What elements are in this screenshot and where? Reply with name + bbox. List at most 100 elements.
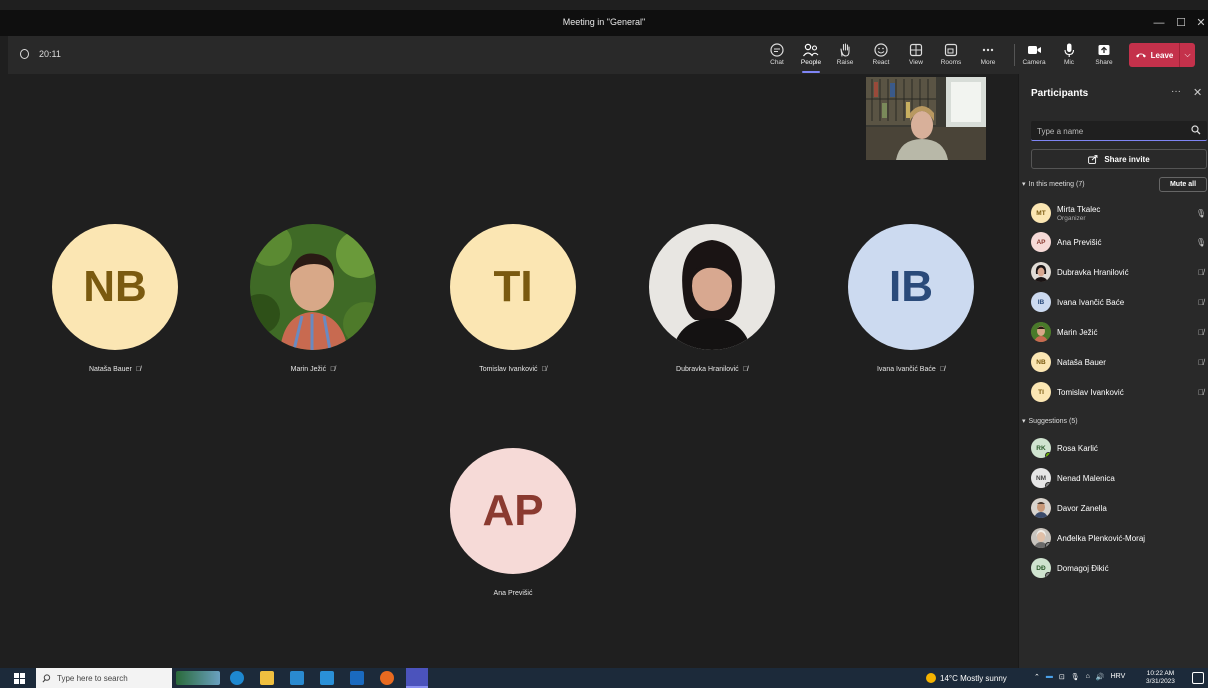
news-widget-icon[interactable] (176, 671, 220, 685)
file-explorer-icon[interactable] (260, 671, 274, 685)
people-icon (803, 43, 819, 57)
participant-row[interactable]: NB Nataša Bauer 🎙̸ (1031, 350, 1207, 374)
windows-start-icon[interactable] (14, 673, 25, 684)
volume-icon[interactable]: 🔊 (1096, 673, 1105, 681)
participant-avatar: NB (1031, 352, 1051, 372)
participant-tile[interactable]: AP Ana Previšić (448, 448, 578, 597)
close-icon[interactable]: ✕ (1193, 86, 1202, 99)
react-button[interactable]: React (866, 40, 896, 70)
participant-row[interactable]: TI Tomislav Ivanković 🎙̸ (1031, 380, 1207, 404)
mic-button[interactable]: Mic (1054, 40, 1084, 70)
more-button[interactable]: More (973, 40, 1003, 70)
store-icon[interactable] (290, 671, 304, 685)
rooms-button[interactable]: Rooms (936, 40, 966, 70)
system-tray[interactable]: ⌃ ▬ ⊡ 🎙 ⌂ 🔊 HRV (1034, 673, 1125, 681)
participant-search[interactable] (1031, 121, 1207, 141)
participant-row[interactable]: AP Ana Previšić 🎙 (1031, 230, 1207, 254)
wifi-icon[interactable]: ⌂ (1086, 673, 1090, 681)
firefox-icon[interactable] (380, 671, 394, 685)
view-button[interactable]: View (901, 40, 931, 70)
suggestion-row[interactable]: RK Rosa Karlić (1031, 436, 1207, 460)
people-label: People (800, 59, 822, 66)
notification-icon[interactable] (1192, 672, 1204, 684)
camera-label: Camera (1022, 59, 1046, 66)
participant-name: Davor Zanella (1057, 503, 1107, 513)
close-window-button[interactable]: ✕ (1194, 14, 1208, 32)
participant-tile[interactable]: Marin Ježić 🎙̸ (248, 224, 378, 373)
presence-dot (1045, 542, 1051, 548)
taskbar-clock[interactable]: 10:22 AM 3/31/2023 (1146, 670, 1175, 686)
mic-tray-icon[interactable]: 🎙 (1071, 673, 1080, 681)
participant-name-row: Ana Previšić (448, 590, 578, 597)
minimize-button[interactable]: — (1150, 14, 1168, 32)
participant-avatar: RK (1031, 438, 1051, 458)
participant-avatar: MT (1031, 203, 1051, 223)
share-label: Share (1095, 59, 1113, 66)
edge-icon[interactable] (230, 671, 244, 685)
participant-tile[interactable]: IB Ivana Ivančić Baće 🎙̸ (846, 224, 976, 373)
taskbar-search[interactable]: Type here to search (36, 668, 172, 688)
participant-tile[interactable]: NB Nataša Bauer 🎙̸ (50, 224, 180, 373)
participant-photo (250, 224, 376, 350)
camera-button[interactable]: Camera (1019, 40, 1049, 70)
onedrive-icon[interactable]: ▬ (1046, 673, 1053, 681)
panel-more-icon[interactable]: ··· (1171, 86, 1181, 97)
share-link-icon (1088, 154, 1098, 164)
chat-button[interactable]: Chat (762, 40, 792, 70)
suggestions-section-header[interactable]: ▾ Suggestions (5) (1022, 417, 1078, 426)
participant-role: Organizer (1057, 214, 1086, 222)
suggestion-row[interactable]: Davor Zanella (1031, 496, 1207, 520)
teams-icon[interactable] (406, 668, 428, 688)
leave-button[interactable]: Leave ⌵ (1129, 43, 1195, 67)
participant-avatar: IB (1031, 292, 1051, 312)
suggestion-row[interactable]: Anđelka Plenković-Moraj (1031, 526, 1207, 550)
search-icon (42, 673, 51, 682)
chat-icon (770, 43, 784, 57)
participant-tile[interactable]: Dubravka Hranilović 🎙̸ (647, 224, 777, 373)
more-icon (982, 48, 994, 52)
teams-meeting-window: Meeting in "General" — ☐ ✕ 20:11 Chat Pe… (0, 0, 1208, 688)
participant-row[interactable]: MT Mirta Tkalec Organizer 🎙 (1031, 201, 1207, 225)
participant-name: Nenad Malenica (1057, 473, 1115, 483)
maximize-button[interactable]: ☐ (1172, 14, 1190, 32)
share-button[interactable]: Share (1089, 40, 1119, 70)
raise-label: Raise (836, 59, 854, 66)
outlook-icon[interactable] (350, 671, 364, 685)
participant-photo (1031, 322, 1051, 342)
mic-off-icon: 🎙̸ (1198, 267, 1204, 277)
mail-icon[interactable] (320, 671, 334, 685)
suggestion-row[interactable]: DĐ Domagoj Đikić (1031, 556, 1207, 580)
weather-widget[interactable]: 14°C Mostly sunny (926, 673, 1007, 683)
share-invite-button[interactable]: Share invite (1031, 149, 1207, 169)
participant-row[interactable]: Marin Ježić 🎙̸ (1031, 320, 1207, 344)
mic-off-icon: 🎙̸ (1198, 327, 1204, 337)
participant-name: Ivana Ivančić Baće (1057, 297, 1125, 307)
participant-avatar: DĐ (1031, 558, 1051, 578)
raise-hand-button[interactable]: Raise (830, 40, 860, 70)
participant-row[interactable]: IB Ivana Ivančić Baće 🎙̸ (1031, 290, 1207, 314)
share-icon (1098, 45, 1110, 55)
participant-name: Ana Previšić (493, 590, 533, 597)
presence-dot (1045, 452, 1051, 458)
participant-name: Mirta Tkalec (1057, 204, 1101, 214)
language-indicator[interactable]: HRV (1111, 673, 1126, 681)
leave-main[interactable]: Leave (1129, 43, 1179, 67)
chevron-up-icon[interactable]: ⌃ (1034, 673, 1040, 681)
clock-date: 3/31/2023 (1146, 678, 1175, 685)
participant-avatar: TI (1031, 382, 1051, 402)
meeting-stage: NB Nataša Bauer 🎙̸ Marin Ježić 🎙̸ TI Tomis… (8, 74, 1018, 668)
people-button[interactable]: People (796, 40, 826, 73)
title-bar: Meeting in "General" — ☐ ✕ (0, 10, 1208, 36)
shield-icon (20, 49, 29, 59)
suggestion-row[interactable]: NM Nenad Malenica (1031, 466, 1207, 490)
participant-row[interactable]: Dubravka Hranilović 🎙̸ (1031, 260, 1207, 284)
participant-tile[interactable]: TI Tomislav Ivanković 🎙̸ (448, 224, 578, 373)
leave-options-chevron-icon[interactable]: ⌵ (1179, 43, 1195, 67)
search-input[interactable] (1037, 124, 1187, 138)
mute-all-button[interactable]: Mute all (1159, 177, 1207, 192)
view-label: View (909, 59, 923, 66)
windows-taskbar: Type here to search 14°C Mostly sunny ⌃ … (0, 668, 1208, 688)
mic-icon (1064, 43, 1075, 57)
network-icon[interactable]: ⊡ (1059, 673, 1065, 681)
in-meeting-section-header[interactable]: ▾ In this meeting (7) (1022, 180, 1085, 189)
